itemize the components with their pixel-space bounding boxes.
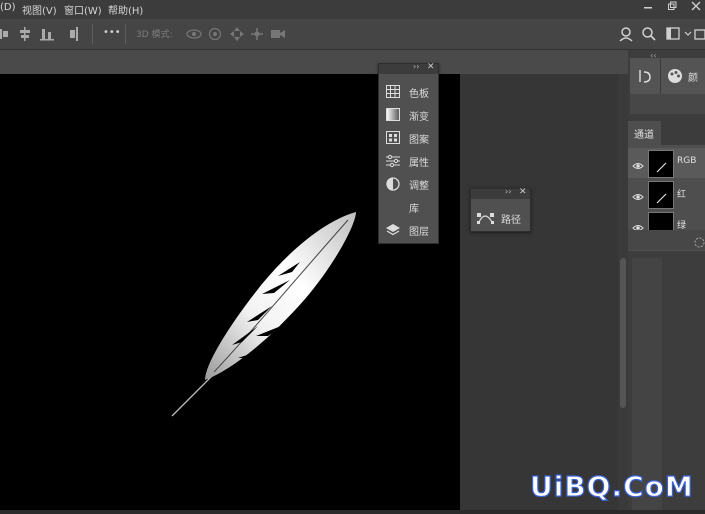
search-icon[interactable] xyxy=(642,26,656,41)
expand-panel-icon[interactable]: ›› xyxy=(505,187,511,196)
pattern-icon xyxy=(386,130,401,144)
menu-item-window[interactable]: 窗口(W) xyxy=(64,2,102,17)
restore-icon[interactable] xyxy=(664,1,680,17)
separator xyxy=(125,24,126,44)
channel-label: 绿 xyxy=(677,221,687,230)
close-panel-icon[interactable]: ✕ xyxy=(519,187,527,197)
panel-item-paths[interactable]: 路径 xyxy=(471,206,530,229)
camera-3d-icon[interactable] xyxy=(270,26,286,40)
menu-item-help[interactable]: 帮助(H) xyxy=(108,2,143,17)
panel-item-label: 色板 xyxy=(409,89,429,100)
adjustments-icon xyxy=(386,176,401,191)
mode-3d-label: 3D 模式: xyxy=(136,30,173,40)
separator xyxy=(92,24,93,44)
align-center-icon[interactable] xyxy=(18,26,32,41)
dock-divider xyxy=(630,94,705,114)
load-selection-icon[interactable] xyxy=(694,233,705,248)
panel-item-label: 图案 xyxy=(409,135,429,146)
scrollbar-thumb[interactable] xyxy=(620,258,626,408)
roll-3d-icon[interactable] xyxy=(208,26,222,41)
close-panel-icon[interactable]: ✕ xyxy=(427,62,435,72)
panel-item-adjustments[interactable]: 调整 xyxy=(379,172,438,195)
channel-row-green[interactable]: 绿 xyxy=(628,210,705,230)
layers-icon xyxy=(386,222,401,236)
channel-thumbnail xyxy=(648,212,674,230)
slide-3d-icon[interactable] xyxy=(250,26,264,40)
collapsed-panel-dock: ›› ✕ 色板 渐变 图案 属性 调整 库 图层 xyxy=(378,62,439,244)
channel-label: 红 xyxy=(677,190,687,200)
panel-item-libraries[interactable]: 库 xyxy=(379,195,438,218)
properties-icon xyxy=(386,153,401,168)
panel-item-label: 渐变 xyxy=(409,112,429,123)
paths-panel: ›› ✕ 路径 xyxy=(470,187,531,232)
menu-item-d[interactable]: (D) xyxy=(0,2,16,13)
channels-footer xyxy=(628,230,705,250)
eye-icon[interactable] xyxy=(632,157,644,169)
panel-item-label: 图层 xyxy=(409,227,429,238)
eye-icon[interactable] xyxy=(632,188,644,200)
channel-thumbnail xyxy=(648,181,674,209)
close-icon[interactable] xyxy=(688,1,704,17)
chevron-down-icon[interactable] xyxy=(684,26,692,40)
panel-item-gradient[interactable]: 渐变 xyxy=(379,103,438,126)
tab-channels-label: 通道 xyxy=(634,130,654,141)
share-icon[interactable] xyxy=(694,26,705,40)
align-left-icon[interactable] xyxy=(0,26,10,40)
user-icon[interactable] xyxy=(618,26,634,42)
channel-thumbnail xyxy=(648,150,674,178)
panel-item-label: 调整 xyxy=(409,181,429,192)
panel-header: ›› ✕ xyxy=(471,187,530,199)
panel-item-pattern[interactable]: 图案 xyxy=(379,126,438,149)
panel-item-label: 库 xyxy=(409,204,419,215)
align-right-icon[interactable] xyxy=(68,26,78,41)
panel-header: ›› ✕ xyxy=(379,62,438,74)
options-bar: ••• 3D 模式: xyxy=(0,19,705,50)
panel-item-swatches[interactable]: 色板 xyxy=(379,80,438,103)
document-tab-strip xyxy=(0,50,628,74)
panel-item-label: 属性 xyxy=(409,158,429,169)
paths-icon xyxy=(477,210,494,224)
channel-row-red[interactable]: 红 xyxy=(628,179,705,209)
channel-row-rgb[interactable]: RGB xyxy=(628,148,705,178)
pan-3d-icon[interactable] xyxy=(230,26,244,41)
channel-label: RGB xyxy=(677,156,697,166)
panel-item-label: 路径 xyxy=(501,215,521,226)
align-bottom-icon[interactable] xyxy=(40,26,54,41)
history-icon[interactable] xyxy=(638,68,652,84)
color-palette-icon[interactable] xyxy=(667,68,683,84)
tab-channels[interactable]: 通道 xyxy=(628,121,661,145)
panel-item-layers[interactable]: 图层 xyxy=(379,218,438,241)
expand-panel-icon[interactable]: ›› xyxy=(413,62,419,71)
menu-item-view[interactable]: 视图(V) xyxy=(22,2,57,17)
swatches-icon xyxy=(386,84,401,98)
more-options-button[interactable]: ••• xyxy=(103,27,121,38)
eye-icon[interactable] xyxy=(632,219,644,230)
watermark-text: UiBQ.CoM xyxy=(529,469,694,503)
workspace-icon[interactable] xyxy=(666,26,680,40)
panel-item-properties[interactable]: 属性 xyxy=(379,149,438,172)
minimize-icon[interactable] xyxy=(640,1,656,17)
orbit-3d-icon[interactable] xyxy=(186,26,202,40)
dock-top-row: 颜 xyxy=(630,58,705,94)
menu-bar: (D) 视图(V) 窗口(W) 帮助(H) xyxy=(0,0,705,19)
gradient-icon xyxy=(386,107,401,121)
color-panel-label[interactable]: 颜 xyxy=(688,69,698,84)
